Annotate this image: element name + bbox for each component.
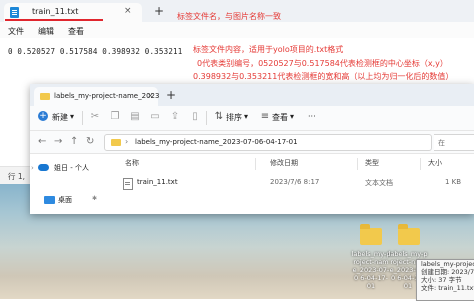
chevron-down-icon[interactable]: ▾	[290, 112, 294, 121]
refresh-icon[interactable]: ↻	[86, 136, 94, 147]
tooltip-file: 文件: train_11.txt	[421, 284, 474, 292]
forward-arrow-icon[interactable]: →	[54, 136, 62, 147]
notepad-file-icon	[10, 7, 19, 18]
close-icon[interactable]: ×	[147, 91, 154, 100]
more-options-button[interactable]: ···	[308, 112, 316, 121]
paste-icon[interactable]: ▤	[130, 112, 140, 122]
chevron-right-icon: ›	[125, 137, 129, 146]
nav-item-onedrive[interactable]: 姐日 - 个人	[54, 163, 89, 173]
new-icon: +	[38, 111, 48, 121]
toolbar-divider	[206, 111, 207, 125]
file-name: train_11.txt	[137, 178, 178, 186]
address-bar-row: ← → ↑ ↻ › labels_my-project-name_2023-07…	[30, 131, 474, 154]
search-input[interactable]: 在	[434, 134, 474, 151]
copy-icon[interactable]: ❐	[110, 112, 120, 122]
annotation-class-center: 0代表类别编号，0520527与0.517584代表检测框的中心坐标（x,y）	[197, 59, 448, 68]
tooltip-name: labels_my-project-n	[421, 260, 474, 268]
pin-icon: ✱	[92, 195, 98, 202]
explorer-tab-title: labels_my-project-name_2023	[54, 92, 160, 100]
column-divider	[357, 158, 358, 170]
annotation-width-height: 0.398932与0.353211代表检测框的宽和高（以上均为归一化后的数值）	[193, 72, 454, 81]
expand-arrow-icon[interactable]: ›	[31, 164, 34, 172]
new-tab-button[interactable]: +	[154, 4, 164, 18]
folder-icon	[398, 224, 420, 245]
annotation-filename: 标签文件名，与图片名称一致	[177, 12, 281, 21]
navigation-pane: › 姐日 - 个人 桌面 ✱	[30, 154, 100, 214]
sort-button[interactable]: 排序	[226, 112, 242, 123]
chevron-down-icon[interactable]: ▾	[244, 112, 248, 121]
rename-icon[interactable]: ▭	[150, 112, 160, 122]
search-placeholder: 在	[438, 139, 445, 147]
explorer-titlebar: labels_my-project-name_2023 × +	[30, 84, 474, 106]
back-arrow-icon[interactable]: ←	[38, 136, 46, 147]
toolbar-divider	[82, 111, 83, 125]
explorer-tab[interactable]: labels_my-project-name_2023 ×	[34, 87, 160, 106]
folder-icon	[360, 224, 382, 245]
address-bar[interactable]: › labels_my-project-name_2023-07-06-04-1…	[104, 134, 432, 151]
address-path: labels_my-project-name_2023-07-06-04-17-…	[135, 138, 298, 146]
file-size: 1 KB	[445, 178, 462, 186]
desktop-icon	[44, 196, 55, 204]
menu-file[interactable]: 文件	[8, 26, 24, 37]
view-button[interactable]: 查看	[272, 112, 288, 123]
desktop-folder-label: labels_my-p roject-nam e_2023-07-0 6-04-…	[351, 250, 391, 290]
text-file-icon	[123, 178, 133, 190]
notepad-menubar: 文件 编辑 查看	[0, 22, 474, 38]
explorer-toolbar: + 新建 ▾ ✂ ❐ ▤ ▭ ⇪ ▯ ⇅ 排序 ▾ ≡ 查看 ▾ ···	[30, 106, 474, 131]
new-button[interactable]: 新建	[52, 112, 68, 123]
new-tab-button[interactable]: +	[166, 88, 176, 102]
close-icon[interactable]: ×	[124, 6, 132, 16]
tooltip-created: 创建日期: 2023/7/6	[421, 268, 474, 276]
explorer-window: labels_my-project-name_2023 × + + 新建 ▾ ✂…	[30, 84, 474, 214]
column-divider	[255, 158, 256, 170]
column-date[interactable]: 修改日期	[270, 158, 298, 168]
tooltip-size: 大小: 37 字节	[421, 276, 462, 284]
file-tooltip: labels_my-project-n 创建日期: 2023/7/6 大小: 3…	[416, 259, 474, 301]
status-line: 行 1,	[8, 172, 26, 181]
column-type[interactable]: 类型	[365, 158, 379, 168]
folder-icon	[40, 93, 50, 100]
menu-edit[interactable]: 编辑	[38, 26, 54, 37]
sort-icon: ⇅	[214, 111, 224, 122]
onedrive-cloud-icon	[38, 164, 49, 171]
folder-icon	[111, 139, 121, 146]
annotation-content: 标签文件内容，适用于yolo项目的.txt格式	[193, 45, 344, 54]
column-name[interactable]: 名称	[125, 158, 139, 168]
notepad-text[interactable]: 0 0.520527 0.517584 0.398932 0.353211	[8, 47, 182, 56]
up-arrow-icon[interactable]: ↑	[70, 136, 78, 147]
file-date: 2023/7/6 8:17	[270, 178, 320, 186]
cut-icon[interactable]: ✂	[90, 112, 100, 122]
delete-icon[interactable]: ▯	[190, 112, 200, 122]
file-row[interactable]: train_11.txt 2023/7/6 8:17 文本文档 1 KB	[115, 174, 474, 191]
column-header-row: 名称 修改日期 类型 大小	[115, 156, 474, 170]
column-divider	[420, 158, 421, 170]
share-icon[interactable]: ⇪	[170, 112, 180, 122]
menu-view[interactable]: 查看	[68, 26, 84, 37]
nav-item-desktop[interactable]: 桌面	[58, 195, 72, 205]
view-icon: ≡	[260, 111, 270, 122]
chevron-down-icon[interactable]: ▾	[70, 112, 74, 121]
column-size[interactable]: 大小	[428, 158, 442, 168]
filename-underline	[5, 19, 103, 21]
notepad-tab-title: train_11.txt	[32, 7, 79, 16]
file-type: 文本文档	[365, 179, 393, 187]
